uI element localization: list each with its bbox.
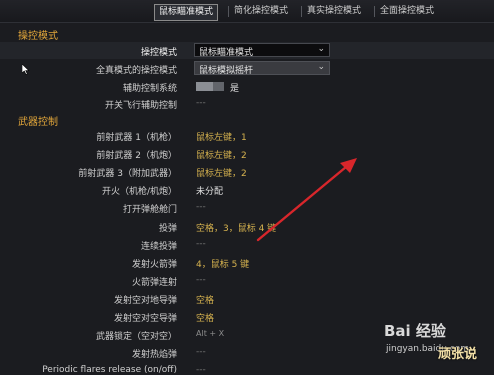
baidu-logo: Bai 经验 xyxy=(384,322,446,340)
control-mode-tabs: 鼠标瞄准模式 简化操控模式 真实操控模式 全面操控模式 xyxy=(0,0,494,23)
weapon-row-binding[interactable]: 鼠标左键，2 xyxy=(196,148,247,161)
weapon-row-binding[interactable]: --- xyxy=(196,202,206,212)
control-mode-label: 操控模式 xyxy=(140,48,177,58)
assist-system-label: 辅助控制系统 xyxy=(122,84,177,94)
weapon-row-binding[interactable]: --- xyxy=(196,347,206,357)
weapon-row-label: 武器锁定（空对空） xyxy=(95,332,177,342)
assist-system-slider[interactable] xyxy=(196,82,224,91)
weapon-row-label: 连续投弹 xyxy=(140,242,177,252)
tab-simplified[interactable]: 简化操控模式 xyxy=(230,4,292,19)
control-mode-value: 鼠标瞄准模式 xyxy=(199,48,254,58)
tab-full-real[interactable]: 全面操控模式 xyxy=(376,4,438,19)
weapon-row-label: 前射武器 1（机枪） xyxy=(96,133,177,143)
tab-divider xyxy=(301,6,302,17)
weapon-row-label: Periodic flares release (on/off) xyxy=(42,365,177,375)
mouse-cursor-icon xyxy=(21,63,30,78)
chevron-down-icon: ⌄ xyxy=(317,62,325,72)
weapon-row-binding[interactable]: 空格 xyxy=(196,293,214,306)
tab-divider xyxy=(374,6,375,17)
chevron-down-icon: ⌄ xyxy=(317,44,325,54)
tab-realistic[interactable]: 真实操控模式 xyxy=(303,4,365,19)
weapon-row-binding[interactable]: Alt + X xyxy=(196,329,224,338)
weapon-row-label: 发射火箭弹 xyxy=(131,260,177,270)
weapon-row-label: 投弹 xyxy=(158,224,177,234)
section-title-control-mode: 操控模式 xyxy=(18,31,58,42)
weapon-row-label: 前射武器 3（附加武器） xyxy=(78,169,177,179)
weapon-row-binding[interactable]: 鼠标左键，1 xyxy=(196,130,247,143)
slider-fill xyxy=(196,82,213,91)
weapon-row-binding[interactable]: 空格 xyxy=(196,311,214,324)
section-title-weapon-control: 武器控制 xyxy=(18,117,58,128)
weapon-row-binding[interactable]: 未分配 xyxy=(196,184,223,197)
control-mode-dropdown[interactable]: 鼠标瞄准模式 ⌄ xyxy=(194,43,330,58)
watermark-tag: 顽张说 xyxy=(438,347,478,362)
weapon-row-binding[interactable]: 空格，3，鼠标 4 键 xyxy=(196,221,276,234)
tab-divider xyxy=(228,6,229,17)
weapon-row-binding[interactable]: 鼠标左键，2 xyxy=(196,166,247,179)
assist-system-value: 是 xyxy=(230,84,240,94)
weapon-row-label: 发射空对地导弹 xyxy=(113,296,177,306)
full-real-mode-value: 鼠标模拟摇杆 xyxy=(199,66,254,76)
weapon-row-label: 前射武器 2（机炮） xyxy=(96,151,177,161)
tab-mouse-aim[interactable]: 鼠标瞄准模式 xyxy=(154,4,219,21)
flight-assist-value[interactable]: --- xyxy=(196,98,206,108)
arrow-head xyxy=(340,158,357,173)
weapon-row-binding[interactable]: --- xyxy=(196,275,206,285)
weapon-row-label: 发射空对空导弹 xyxy=(113,314,177,324)
weapon-row-label: 打开弹舱舱门 xyxy=(122,205,177,215)
weapon-row-binding[interactable]: --- xyxy=(196,365,206,375)
weapon-row-label: 发射热焰弹 xyxy=(131,350,177,360)
weapon-row-binding[interactable]: --- xyxy=(196,239,206,249)
full-real-mode-dropdown[interactable]: 鼠标模拟摇杆 ⌄ xyxy=(194,61,330,76)
weapon-row-label: 火箭弹连射 xyxy=(131,278,177,288)
full-real-mode-label: 全真模式的操控模式 xyxy=(95,66,177,76)
flight-assist-label: 开关飞行辅助控制 xyxy=(104,101,177,111)
weapon-row-label: 开火（机枪/机炮） xyxy=(101,187,177,197)
weapon-row-binding[interactable]: 4，鼠标 5 键 xyxy=(196,257,249,270)
